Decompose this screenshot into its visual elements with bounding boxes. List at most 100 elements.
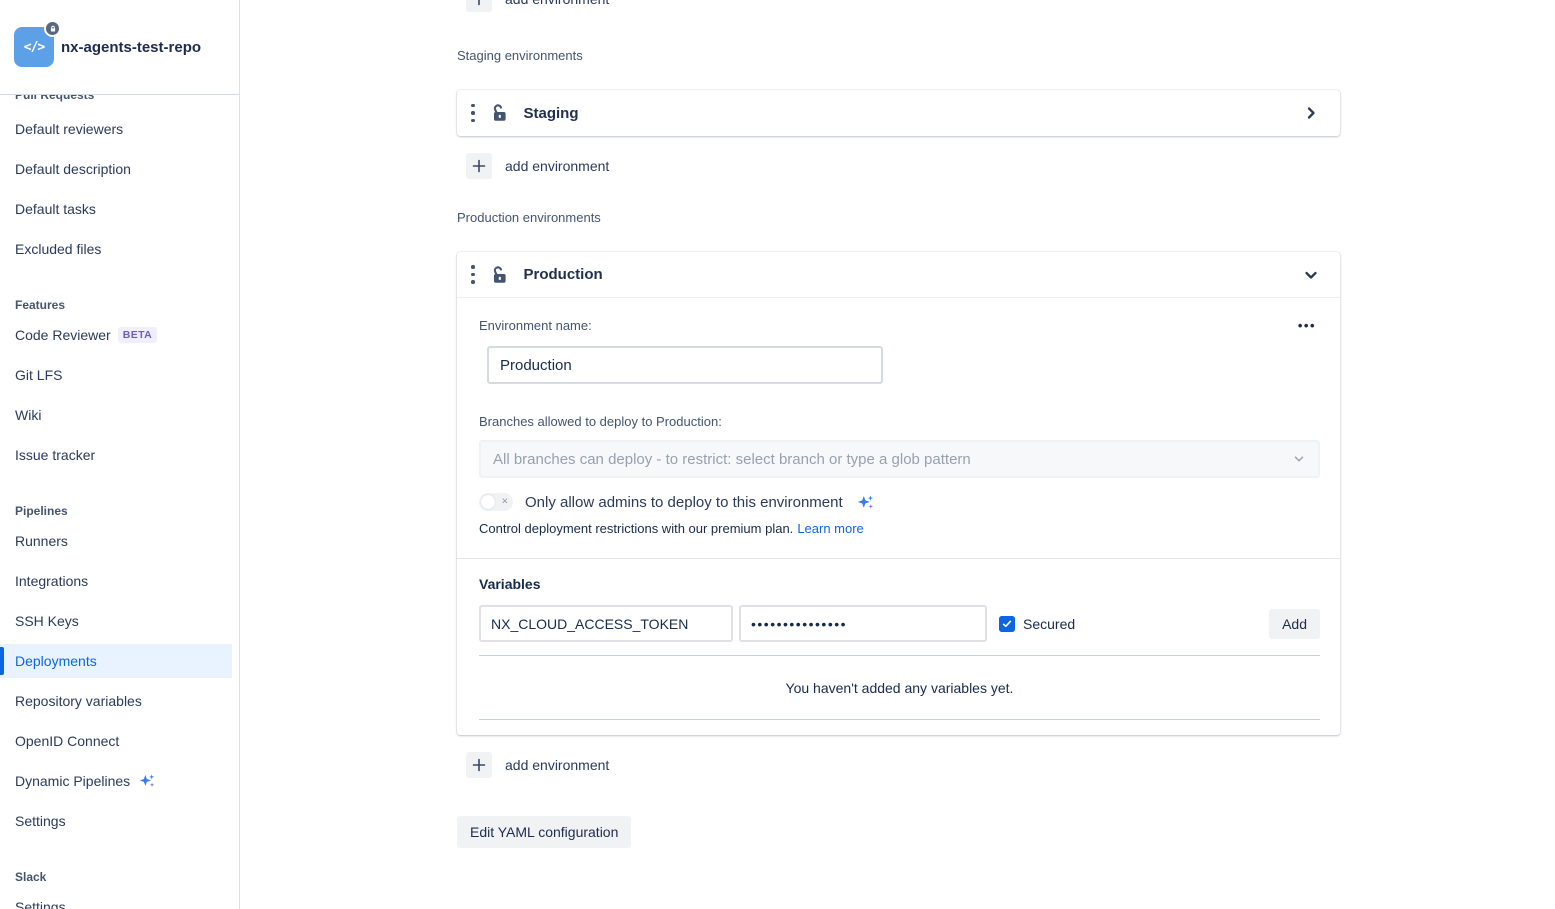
secured-checkbox[interactable] xyxy=(999,616,1015,632)
drag-handle-icon[interactable] xyxy=(467,102,479,125)
sidebar-header-pipelines: Pipelines xyxy=(0,501,239,521)
admins-only-label: Only allow admins to deploy to this envi… xyxy=(525,494,843,511)
beta-badge: BETA xyxy=(118,327,157,343)
sidebar-item-dynamic-pipelines[interactable]: Dynamic Pipelines xyxy=(0,761,232,801)
environment-name-input[interactable] xyxy=(487,346,883,384)
sidebar: </> nx-agents-test-repo Pull RequestsDef… xyxy=(0,0,240,909)
sidebar-item-label: Git LFS xyxy=(15,367,62,383)
branch-restriction-select[interactable]: All branches can deploy - to restrict: s… xyxy=(479,440,1320,478)
sidebar-item-deployments[interactable]: Deployments xyxy=(0,641,232,681)
sidebar-item-label: Deployments xyxy=(15,653,97,669)
variables-heading: Variables xyxy=(479,576,1320,592)
main-panel: add environment Staging environments Sta… xyxy=(240,0,1555,909)
sidebar-item-label: OpenID Connect xyxy=(15,733,119,749)
production-environment-header[interactable]: Production xyxy=(457,252,1340,298)
sidebar-item-repository-variables[interactable]: Repository variables xyxy=(0,681,232,721)
sidebar-item-label: SSH Keys xyxy=(15,613,79,629)
branches-allowed-label: Branches allowed to deploy to Production… xyxy=(479,414,1320,429)
sparkle-icon xyxy=(856,493,875,512)
add-production-environment-button[interactable]: add environment xyxy=(457,752,1340,778)
sidebar-item-label: Pipelines xyxy=(15,504,68,518)
sidebar-item-label: Excluded files xyxy=(15,241,101,257)
chevron-down-icon[interactable] xyxy=(1299,263,1323,287)
variables-divider xyxy=(479,655,1320,656)
admins-only-toggle[interactable]: × xyxy=(479,493,513,511)
sparkle-icon xyxy=(138,772,156,790)
production-environment-body: Environment name: ••• Branches allowed t… xyxy=(457,317,1340,735)
sidebar-item-label: Dynamic Pipelines xyxy=(15,773,130,789)
premium-plan-text: Control deployment restrictions with our… xyxy=(479,521,793,536)
branch-select-placeholder: All branches can deploy - to restrict: s… xyxy=(493,451,971,468)
add-environment-label: add environment xyxy=(505,0,609,7)
sidebar-item-label: Code Reviewer xyxy=(15,327,111,343)
drag-handle-icon[interactable] xyxy=(467,263,479,286)
sidebar-item-label: Default reviewers xyxy=(15,121,123,137)
sidebar-item-label: Integrations xyxy=(15,573,88,589)
sidebar-item-settings[interactable]: Settings xyxy=(0,887,232,909)
sidebar-item-excluded-files[interactable]: Excluded files xyxy=(0,229,232,269)
learn-more-link[interactable]: Learn more xyxy=(797,521,863,536)
more-options-icon[interactable]: ••• xyxy=(1294,316,1320,335)
production-environments-label: Production environments xyxy=(457,210,1340,226)
plus-icon xyxy=(466,153,492,179)
variables-empty-text: You haven't added any variables yet. xyxy=(479,680,1320,697)
unlock-icon xyxy=(489,103,509,123)
variable-name-input[interactable] xyxy=(479,605,733,642)
sidebar-item-label: Default tasks xyxy=(15,201,96,217)
repo-avatar: </> xyxy=(14,27,54,67)
chevron-right-icon[interactable] xyxy=(1299,101,1323,125)
sidebar-item-runners[interactable]: Runners xyxy=(0,521,232,561)
unlock-icon xyxy=(489,265,509,285)
environment-name: Staging xyxy=(524,105,579,122)
sidebar-item-label: Default description xyxy=(15,161,131,177)
add-staging-environment-button[interactable]: add environment xyxy=(457,153,1340,179)
checkbox-check-icon xyxy=(1001,618,1013,630)
sidebar-item-code-reviewer[interactable]: Code Reviewer BETA xyxy=(0,315,232,355)
staging-environment-card: Staging xyxy=(457,90,1340,136)
sidebar-item-wiki[interactable]: Wiki xyxy=(0,395,232,435)
sidebar-item-label: Settings xyxy=(15,899,66,909)
sidebar-header-slack: Slack xyxy=(0,867,239,887)
sidebar-item-integrations[interactable]: Integrations xyxy=(0,561,232,601)
staging-environments-label: Staging environments xyxy=(457,48,1340,64)
sidebar-nav: Pull RequestsDefault reviewersDefault de… xyxy=(0,85,239,909)
variable-value-input[interactable] xyxy=(739,605,987,642)
environment-name: Production xyxy=(524,266,603,283)
sidebar-item-label: Repository variables xyxy=(15,693,142,709)
add-environment-label: add environment xyxy=(505,757,609,773)
lock-icon xyxy=(49,25,57,33)
repo-header: </> nx-agents-test-repo xyxy=(0,0,239,95)
add-environment-label: add environment xyxy=(505,158,609,174)
edit-yaml-configuration-button[interactable]: Edit YAML configuration xyxy=(457,816,631,848)
variables-divider xyxy=(479,719,1320,720)
section-divider xyxy=(457,558,1340,559)
deployments-content: add environment Staging environments Sta… xyxy=(457,0,1340,848)
sidebar-item-label: Slack xyxy=(15,870,46,884)
add-variable-button[interactable]: Add xyxy=(1269,609,1320,639)
secured-label: Secured xyxy=(1023,616,1075,632)
sidebar-item-label: Runners xyxy=(15,533,68,549)
sidebar-item-git-lfs[interactable]: Git LFS xyxy=(0,355,232,395)
sidebar-item-settings[interactable]: Settings xyxy=(0,801,232,841)
sidebar-item-label: Wiki xyxy=(15,407,41,423)
plus-icon xyxy=(466,752,492,778)
plus-icon xyxy=(466,0,492,12)
sidebar-header-features: Features xyxy=(0,295,239,315)
environment-name-label: Environment name: xyxy=(479,318,592,333)
sidebar-item-default-tasks[interactable]: Default tasks xyxy=(0,189,232,229)
sidebar-item-openid-connect[interactable]: OpenID Connect xyxy=(0,721,232,761)
sidebar-item-label: Settings xyxy=(15,813,66,829)
production-environment-card: Production Environment name: ••• Branche… xyxy=(457,252,1340,735)
staging-environment-header[interactable]: Staging xyxy=(457,90,1340,136)
sidebar-item-default-description[interactable]: Default description xyxy=(0,149,232,189)
chevron-down-icon xyxy=(1292,452,1306,466)
sidebar-item-label: Features xyxy=(15,298,65,312)
sidebar-item-ssh-keys[interactable]: SSH Keys xyxy=(0,601,232,641)
repo-name: nx-agents-test-repo xyxy=(61,39,201,56)
app-window: </> nx-agents-test-repo Pull RequestsDef… xyxy=(0,0,1555,909)
add-environment-button-top[interactable]: add environment xyxy=(457,0,1340,12)
sidebar-item-default-reviewers[interactable]: Default reviewers xyxy=(0,109,232,149)
sidebar-item-issue-tracker[interactable]: Issue tracker xyxy=(0,435,232,475)
private-lock-badge xyxy=(44,20,61,37)
sidebar-item-label: Issue tracker xyxy=(15,447,95,463)
